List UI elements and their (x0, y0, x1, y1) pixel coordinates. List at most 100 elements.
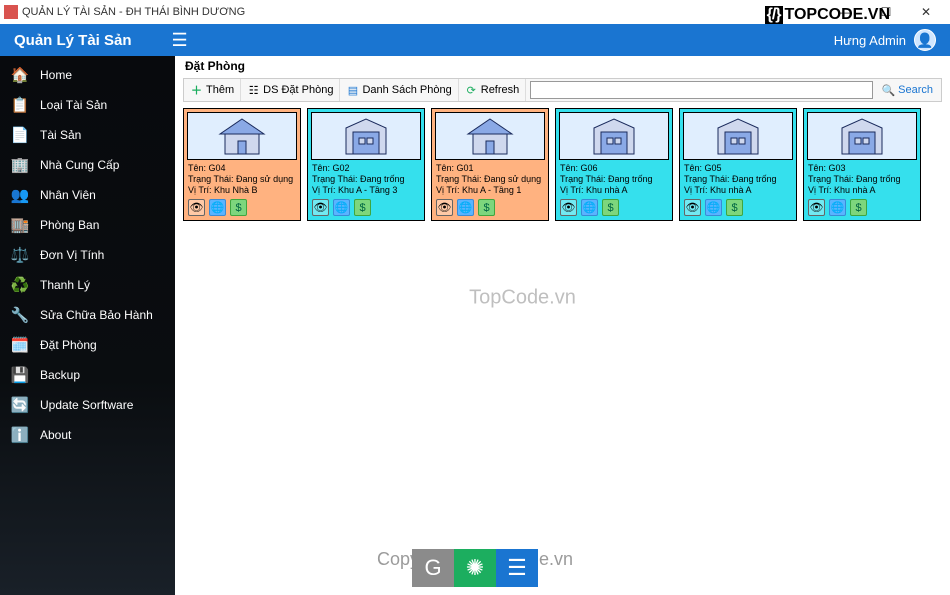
search-button[interactable]: 🔍 Search (873, 84, 941, 97)
settings-icon[interactable]: ✺ (454, 549, 496, 587)
sidebar-item-label: Backup (40, 368, 175, 382)
view-icon[interactable]: 👁 (560, 199, 577, 216)
refresh-button[interactable]: ⟳ Refresh (459, 79, 527, 101)
close-button[interactable]: ✕ (906, 1, 946, 23)
room-card[interactable]: Tên: G04 Trạng Thái: Đang sử dụng Vị Trí… (183, 108, 301, 221)
sidebar-item-7[interactable]: ♻️Thanh Lý (0, 270, 175, 300)
dollar-icon[interactable]: $ (602, 199, 619, 216)
room-thumbnail (559, 112, 669, 160)
view-icon[interactable]: 👁 (188, 199, 205, 216)
room-status: Trạng Thái: Đang trống (808, 174, 916, 185)
sidebar-item-label: Update Sorftware (40, 398, 175, 412)
room-info: Tên: G02 Trạng Thái: Đang trống Vị Trí: … (308, 163, 424, 197)
sidebar-item-5[interactable]: 🏬 Phòng Ban (0, 210, 175, 240)
sidebar-item-label: Phòng Ban (40, 218, 175, 232)
sidebar-item-label: Tài Sản (40, 128, 175, 142)
window-title: QUẢN LÝ TÀI SẢN - ĐH THÁI BÌNH DƯƠNG (22, 6, 245, 18)
sidebar-icon: ⚖️ (10, 245, 30, 265)
table-icon: ▤ (346, 84, 359, 97)
app-icon (4, 5, 18, 19)
sidebar-item-label: Đặt Phòng (40, 338, 175, 352)
page-title: Đặt Phòng (175, 56, 950, 78)
sidebar-item-10[interactable]: 💾 Backup (0, 360, 175, 390)
sync-icon[interactable]: G (412, 549, 454, 587)
toolbar: ＋ Thêm ☷ DS Đặt Phòng ▤ Danh Sách Phòng … (183, 78, 942, 102)
view-icon[interactable]: 👁 (684, 199, 701, 216)
sidebar-item-0[interactable]: 🏠Home (0, 60, 175, 90)
sync-room-icon[interactable]: 🌐 (705, 199, 722, 216)
sidebar-item-6[interactable]: ⚖️Đơn Vị Tính (0, 240, 175, 270)
sidebar-item-11[interactable]: 🔄Update Sorftware (0, 390, 175, 420)
sidebar-item-3[interactable]: 🏢 Nhà Cung Cấp (0, 150, 175, 180)
search-input[interactable] (530, 81, 873, 99)
view-icon[interactable]: 👁 (436, 199, 453, 216)
room-thumbnail (807, 112, 917, 160)
room-status: Trạng Thái: Đang sử dụng (436, 174, 544, 185)
dollar-icon[interactable]: $ (478, 199, 495, 216)
sidebar-item-label: Home (40, 68, 175, 82)
room-info: Tên: G05 Trạng Thái: Đang trống Vị Trí: … (680, 163, 796, 197)
room-card[interactable]: Tên: G02 Trạng Thái: Đang trống Vị Trí: … (307, 108, 425, 221)
search-icon: 🔍 (881, 84, 895, 97)
dollar-icon[interactable]: $ (726, 199, 743, 216)
view-icon[interactable]: 👁 (312, 199, 329, 216)
app-header: Quản Lý Tài Sản ☰ Hưng Admin 👤 (0, 24, 950, 56)
content-panel: Đặt Phòng ＋ Thêm ☷ DS Đặt Phòng ▤ Danh S… (175, 56, 950, 595)
sidebar-item-label: Sửa Chữa Bảo Hành (40, 308, 175, 322)
room-location: Vị Trí: Khu A - Tầng 3 (312, 185, 420, 196)
room-name: Tên: G05 (684, 163, 792, 174)
add-button[interactable]: ＋ Thêm (184, 79, 241, 101)
view-icon[interactable]: 👁 (808, 199, 825, 216)
room-thumbnail (187, 112, 297, 160)
dollar-icon[interactable]: $ (850, 199, 867, 216)
sidebar-item-label: Nhân Viên (40, 188, 175, 202)
sidebar-icon: 🏢 (10, 155, 30, 175)
room-status: Trạng Thái: Đang trống (684, 174, 792, 185)
booking-list-button[interactable]: ☷ DS Đặt Phòng (241, 79, 340, 101)
sidebar-item-8[interactable]: 🔧 Sửa Chữa Bảo Hành (0, 300, 175, 330)
room-thumbnail (435, 112, 545, 160)
room-name: Tên: G01 (436, 163, 544, 174)
room-status: Trạng Thái: Đang trống (560, 174, 668, 185)
sync-room-icon[interactable]: 🌐 (209, 199, 226, 216)
room-name: Tên: G06 (560, 163, 668, 174)
sidebar-item-label: Nhà Cung Cấp (40, 158, 175, 172)
room-name: Tên: G03 (808, 163, 916, 174)
room-thumbnail (311, 112, 421, 160)
list-view-icon[interactable]: ☰ (496, 549, 538, 587)
sidebar-item-2[interactable]: 📄Tài Sản (0, 120, 175, 150)
room-info: Tên: G01 Trạng Thái: Đang sử dụng Vị Trí… (432, 163, 548, 197)
sidebar-item-4[interactable]: 👥Nhân Viên (0, 180, 175, 210)
sidebar-icon: ♻️ (10, 275, 30, 295)
room-card[interactable]: Tên: G01 Trạng Thái: Đang sử dụng Vị Trí… (431, 108, 549, 221)
room-list-button[interactable]: ▤ Danh Sách Phòng (340, 79, 458, 101)
room-card[interactable]: Tên: G03 Trạng Thái: Đang trống Vị Trí: … (803, 108, 921, 221)
room-info: Tên: G03 Trạng Thái: Đang trống Vị Trí: … (804, 163, 920, 197)
room-actions: 👁 🌐 $ (680, 197, 796, 220)
sync-room-icon[interactable]: 🌐 (333, 199, 350, 216)
sync-room-icon[interactable]: 🌐 (829, 199, 846, 216)
room-card[interactable]: Tên: G05 Trạng Thái: Đang trống Vị Trí: … (679, 108, 797, 221)
room-status: Trạng Thái: Đang trống (312, 174, 420, 185)
sidebar-icon: 🏬 (10, 215, 30, 235)
dollar-icon[interactable]: $ (354, 199, 371, 216)
sidebar-item-9[interactable]: 🗓️Đặt Phòng (0, 330, 175, 360)
sync-room-icon[interactable]: 🌐 (581, 199, 598, 216)
avatar[interactable]: 👤 (914, 29, 936, 51)
dollar-icon[interactable]: $ (230, 199, 247, 216)
room-actions: 👁 🌐 $ (432, 197, 548, 220)
sidebar-item-label: About (40, 428, 175, 442)
menu-toggle-icon[interactable]: ☰ (172, 30, 188, 51)
room-location: Vị Trí: Khu nhà A (684, 185, 792, 196)
list-icon: ☷ (247, 84, 260, 97)
room-grid: Tên: G04 Trạng Thái: Đang sử dụng Vị Trí… (175, 102, 950, 227)
sidebar-item-1[interactable]: 📋Loại Tài Sản (0, 90, 175, 120)
sidebar-icon: 🔧 (10, 305, 30, 325)
sync-room-icon[interactable]: 🌐 (457, 199, 474, 216)
room-status: Trạng Thái: Đang sử dụng (188, 174, 296, 185)
sidebar-icon: 💾 (10, 365, 30, 385)
room-info: Tên: G04 Trạng Thái: Đang sử dụng Vị Trí… (184, 163, 300, 197)
room-location: Vị Trí: Khu nhà A (808, 185, 916, 196)
sidebar-item-12[interactable]: ℹ️About (0, 420, 175, 450)
room-card[interactable]: Tên: G06 Trạng Thái: Đang trống Vị Trí: … (555, 108, 673, 221)
